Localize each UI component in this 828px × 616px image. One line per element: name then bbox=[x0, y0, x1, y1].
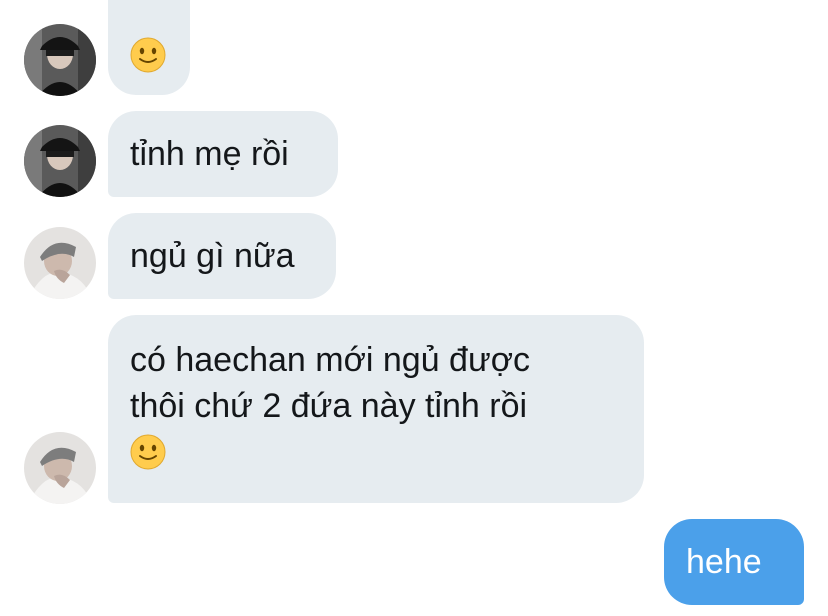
message-text: hehe bbox=[686, 543, 762, 581]
message-text: ngủ gì nữa bbox=[130, 237, 295, 275]
slightly-smiling-face-icon bbox=[130, 434, 166, 470]
message-text-line-2: thôi chứ 2 đứa này tỉnh rồi bbox=[130, 387, 528, 425]
slightly-smiling-face-icon bbox=[130, 37, 166, 73]
avatar-user-b-image bbox=[24, 227, 96, 299]
message-bubble-5[interactable]: hehe bbox=[664, 519, 804, 605]
message-bubble-1[interactable] bbox=[108, 0, 190, 95]
avatar-user-a-image bbox=[24, 24, 96, 96]
message-text-line-1: có haechan mới ngủ được bbox=[130, 341, 531, 379]
avatar-user-a[interactable] bbox=[24, 24, 96, 96]
message-text: tỉnh mẹ rồi bbox=[130, 135, 289, 173]
avatar-user-b-image bbox=[24, 432, 96, 504]
message-bubble-4[interactable]: có haechan mới ngủ được thôi chứ 2 đứa n… bbox=[108, 315, 644, 503]
avatar-user-a[interactable] bbox=[24, 125, 96, 197]
avatar-user-a-image bbox=[24, 125, 96, 197]
message-bubble-3[interactable]: ngủ gì nữa bbox=[108, 213, 336, 299]
message-bubble-2[interactable]: tỉnh mẹ rồi bbox=[108, 111, 338, 197]
avatar-user-b[interactable] bbox=[24, 432, 96, 504]
avatar-user-b[interactable] bbox=[24, 227, 96, 299]
